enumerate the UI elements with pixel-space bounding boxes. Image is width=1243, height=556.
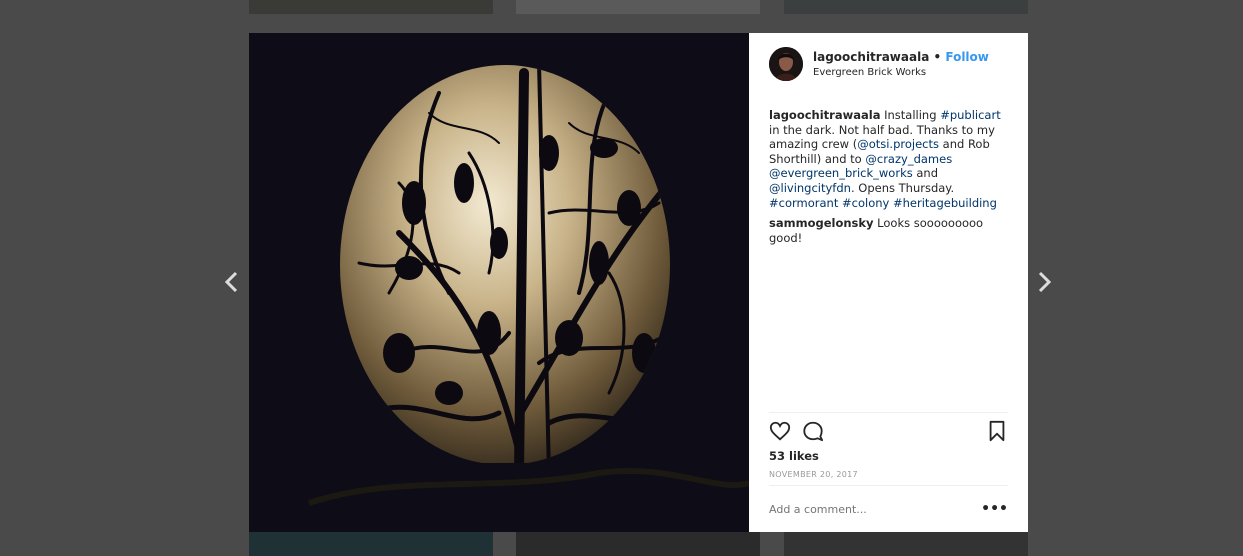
caption-link[interactable]: @livingcityfdn bbox=[769, 181, 851, 195]
comment-button[interactable] bbox=[802, 420, 824, 442]
like-button[interactable] bbox=[769, 420, 791, 442]
username-link[interactable]: lagoochitrawaala bbox=[813, 50, 929, 64]
like-count[interactable]: 53 likes bbox=[769, 449, 819, 463]
post-modal: lagoochitrawaala • Follow Evergreen Bric… bbox=[249, 33, 1028, 532]
post-photo[interactable] bbox=[249, 33, 749, 532]
caption-text: . Opens Thursday. bbox=[850, 180, 955, 195]
post-image bbox=[249, 33, 749, 532]
caption-text: Installing bbox=[880, 108, 941, 122]
caption-link[interactable]: @evergreen_brick_works bbox=[769, 166, 913, 180]
background-thumbnail bbox=[784, 0, 1028, 14]
next-post-button[interactable] bbox=[1034, 270, 1054, 294]
action-bar bbox=[769, 420, 1008, 442]
comment-icon bbox=[803, 421, 824, 442]
add-comment-input[interactable] bbox=[769, 503, 969, 516]
location-link[interactable]: Evergreen Brick Works bbox=[813, 67, 926, 78]
chevron-right-icon bbox=[1038, 271, 1052, 293]
post-header: lagoochitrawaala • Follow Evergreen Bric… bbox=[769, 47, 1008, 83]
previous-post-button[interactable] bbox=[222, 270, 242, 294]
comments-section: lagoochitrawaala Installing #publicart i… bbox=[769, 108, 1009, 245]
avatar[interactable] bbox=[769, 47, 803, 81]
divider bbox=[769, 485, 1008, 486]
bookmark-icon bbox=[989, 420, 1005, 442]
post-date: NOVEMBER 20, 2017 bbox=[769, 470, 858, 479]
caption-link[interactable]: @otsi.projects bbox=[857, 137, 939, 151]
follow-button[interactable]: Follow bbox=[945, 50, 989, 64]
comment: sammogelonsky Looks sooooooooo good! bbox=[769, 216, 1009, 245]
caption-link[interactable]: #colony bbox=[842, 196, 889, 210]
caption-text: and bbox=[912, 166, 939, 181]
caption-link[interactable]: @crazy_dames bbox=[865, 152, 952, 166]
heart-icon bbox=[769, 421, 791, 441]
caption-link[interactable]: #cormorant bbox=[769, 196, 838, 210]
comment-username[interactable]: sammogelonsky bbox=[769, 216, 874, 230]
background-thumbnail bbox=[516, 0, 760, 14]
more-options-button[interactable]: ••• bbox=[981, 501, 1008, 517]
background-thumbnail bbox=[249, 0, 493, 14]
caption-link[interactable]: #publicart bbox=[940, 108, 1001, 122]
avatar-image bbox=[769, 47, 803, 81]
background-thumbnail bbox=[516, 532, 760, 556]
caption: lagoochitrawaala Installing #publicart i… bbox=[769, 108, 1009, 210]
divider bbox=[769, 412, 1008, 413]
caption-link[interactable]: #heritagebuilding bbox=[893, 196, 997, 210]
background-thumbnail bbox=[249, 532, 493, 556]
post-sidebar: lagoochitrawaala • Follow Evergreen Bric… bbox=[749, 33, 1028, 532]
background-thumbnail bbox=[784, 532, 1028, 556]
header-line: lagoochitrawaala • Follow bbox=[813, 50, 989, 64]
chevron-left-icon bbox=[224, 271, 238, 293]
caption-username[interactable]: lagoochitrawaala bbox=[769, 108, 880, 122]
separator-dot: • bbox=[933, 50, 942, 64]
save-button[interactable] bbox=[986, 420, 1008, 442]
